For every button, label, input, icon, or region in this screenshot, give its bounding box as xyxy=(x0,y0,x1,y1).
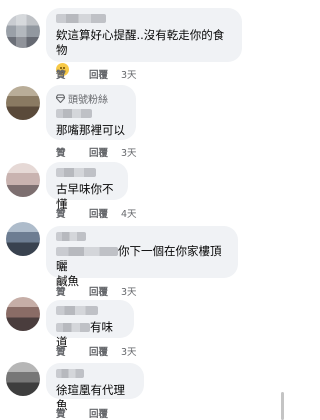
avatar[interactable] xyxy=(6,14,40,48)
comment-text: 你下一個在你家樓頂曬 xyxy=(56,244,228,274)
commenter-name-redacted[interactable] xyxy=(56,306,98,315)
mention-redacted[interactable] xyxy=(56,247,118,256)
commenter-name-redacted[interactable] xyxy=(56,369,84,378)
avatar[interactable] xyxy=(6,163,40,197)
comment-actions: 贊 回覆 3天 xyxy=(56,145,137,159)
comment-actions: 贊 回覆 4天 xyxy=(56,206,137,220)
reply-button[interactable]: 回覆 xyxy=(89,406,121,420)
comment-actions: 贊 回覆 3天 xyxy=(56,284,137,298)
comment-actions: 贊 回覆 3天 xyxy=(56,67,137,81)
top-fan-badge: 頭號粉絲 xyxy=(56,91,126,106)
avatar[interactable] xyxy=(6,86,40,120)
commenter-name-redacted[interactable] xyxy=(56,232,86,241)
comment-actions: 贊 回覆 3天 xyxy=(56,344,137,358)
reply-button[interactable]: 回覆 xyxy=(89,145,121,159)
comment-timestamp[interactable]: 3天 xyxy=(121,67,137,81)
reply-button[interactable]: 回覆 xyxy=(89,284,121,298)
like-button[interactable]: 贊 xyxy=(56,206,89,220)
like-button[interactable]: 贊 xyxy=(56,145,89,159)
badge-label: 頭號粉絲 xyxy=(68,95,108,106)
diamond-icon xyxy=(56,94,65,103)
comment-timestamp[interactable]: 3天 xyxy=(121,284,137,298)
comment-text: 欸這算好心提醒..沒有乾走你的食物 xyxy=(56,28,225,57)
comment-bubble: 有味道 xyxy=(46,300,134,349)
comment-bubble: 你下一個在你家樓頂曬 鹹魚 xyxy=(46,226,238,288)
scrollbar-thumb[interactable] xyxy=(281,392,284,420)
comment-bubble: 徐瑄凰有代理魚 xyxy=(46,363,144,412)
comment-timestamp[interactable]: 3天 xyxy=(121,344,137,358)
like-button[interactable]: 贊 xyxy=(56,406,89,420)
comment-bubble: 古早味你不懂 xyxy=(46,162,128,211)
mention-redacted[interactable] xyxy=(56,323,90,332)
scrollbar-track[interactable] xyxy=(281,0,285,420)
comment-bubble: 頭號粉絲 那嘴那裡可以 xyxy=(46,85,136,140)
avatar[interactable] xyxy=(6,297,40,331)
comment-timestamp[interactable]: 4天 xyxy=(121,206,137,220)
comment-text: 那嘴那裡可以 xyxy=(56,123,125,137)
commenter-name-redacted[interactable] xyxy=(56,168,96,177)
commenter-name-redacted[interactable] xyxy=(56,14,106,23)
reply-button[interactable]: 回覆 xyxy=(89,67,121,81)
like-button[interactable]: 贊 xyxy=(56,67,89,81)
comment-thread: 欸這算好心提醒..沒有乾走你的食物 贊 回覆 3天 頭號粉絲 那嘴那裡可以 贊 … xyxy=(0,0,285,420)
commenter-name-redacted[interactable] xyxy=(56,109,92,118)
reply-button[interactable]: 回覆 xyxy=(89,206,121,220)
avatar[interactable] xyxy=(6,222,40,256)
avatar[interactable] xyxy=(6,362,40,396)
like-button[interactable]: 贊 xyxy=(56,344,89,358)
comment-actions: 贊 回覆 xyxy=(56,406,121,420)
reply-button[interactable]: 回覆 xyxy=(89,344,121,358)
like-button[interactable]: 贊 xyxy=(56,284,89,298)
comment-bubble: 欸這算好心提醒..沒有乾走你的食物 xyxy=(46,8,242,76)
comment-timestamp[interactable]: 3天 xyxy=(121,145,137,159)
